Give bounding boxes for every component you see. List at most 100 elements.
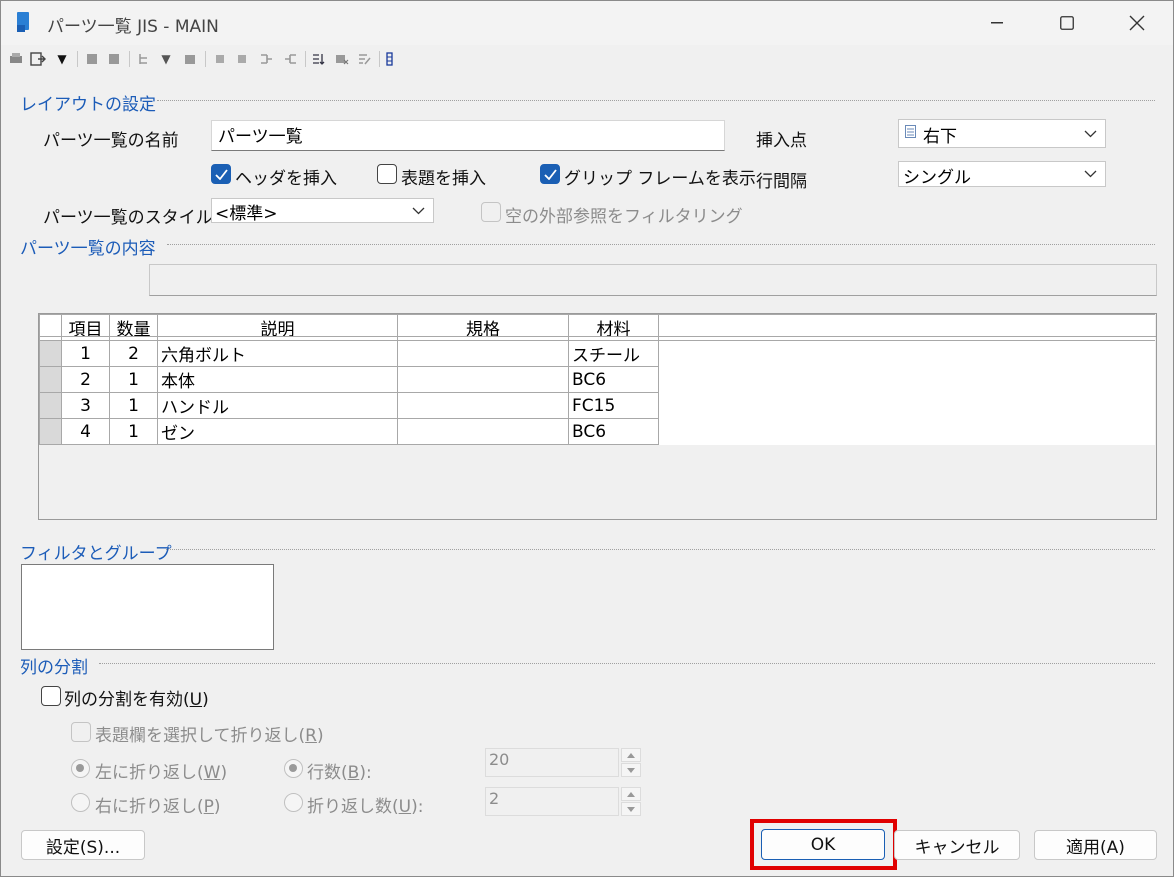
wrap-left-radio[interactable] — [71, 759, 90, 778]
table-cell[interactable]: BC6 — [568, 418, 659, 445]
table-cell[interactable] — [397, 340, 569, 367]
row-header[interactable] — [39, 366, 62, 393]
chevron-down-icon — [1084, 130, 1097, 137]
split-icon[interactable] — [281, 50, 299, 68]
delete-row-icon[interactable] — [333, 50, 351, 68]
table-cell[interactable] — [397, 366, 569, 393]
wrap-count-up-button[interactable] — [621, 787, 641, 801]
rows-down-button[interactable] — [621, 763, 641, 777]
select-icon[interactable] — [83, 50, 101, 68]
wrap-count-radio[interactable] — [284, 793, 303, 812]
grip-frame-checkbox[interactable] — [540, 164, 560, 184]
minimize-button[interactable] — [963, 1, 1031, 45]
header-divider — [39, 336, 1156, 337]
table-cell[interactable]: 1 — [61, 340, 110, 367]
cancel-button[interactable]: キャンセル — [894, 830, 1020, 860]
edit-icon[interactable] — [355, 50, 373, 68]
column-icon[interactable] — [381, 50, 399, 68]
table-row[interactable]: 4 1 ゼン BC6 — [39, 418, 1155, 445]
table-cell[interactable]: スチール — [568, 340, 659, 367]
table-cell[interactable]: 1 — [109, 418, 158, 445]
line-spacing-value: シングル — [903, 168, 971, 188]
table-row[interactable]: 2 1 本体 BC6 — [39, 366, 1155, 393]
table-cell[interactable]: ゼン — [157, 418, 398, 445]
table-cell[interactable]: 六角ボルト — [157, 340, 398, 367]
group-divider — [157, 100, 1155, 101]
filter-group-title: フィルタとグループ — [20, 544, 172, 564]
table-cell[interactable] — [397, 418, 569, 445]
rows-input[interactable]: 20 — [485, 748, 619, 777]
enable-split-checkbox[interactable] — [41, 686, 61, 706]
filter-xref-checkbox[interactable] — [481, 202, 501, 222]
close-button[interactable] — [1103, 1, 1171, 45]
table-cell[interactable]: 本体 — [157, 366, 398, 393]
row-header[interactable] — [39, 340, 62, 367]
wrap-title-label: 表題欄を選択して折り返し(R) — [95, 726, 324, 746]
move-down-icon[interactable] — [233, 50, 251, 68]
triangle-down-icon — [627, 806, 635, 812]
line-spacing-select[interactable]: シングル — [898, 161, 1106, 188]
triangle-up-icon — [627, 752, 635, 758]
tree-dropdown-icon[interactable]: ▼ — [157, 50, 175, 68]
row-header[interactable] — [39, 392, 62, 419]
window-title: パーツ一覧 JIS - MAIN — [47, 17, 219, 37]
group-divider — [99, 663, 1155, 664]
chevron-down-icon — [1084, 170, 1097, 178]
ok-button[interactable]: OK — [761, 829, 885, 860]
table-cell[interactable]: 1 — [109, 392, 158, 419]
toolbar: ▼ ▼ — [1, 45, 1173, 73]
renumber-icon[interactable] — [181, 50, 199, 68]
deselect-icon[interactable] — [105, 50, 123, 68]
table-cell[interactable]: 4 — [61, 418, 110, 445]
close-icon — [1129, 15, 1145, 31]
dropdown-arrow-icon[interactable]: ▼ — [53, 50, 71, 68]
table-cell[interactable]: 2 — [109, 340, 158, 367]
row-header[interactable] — [39, 418, 62, 445]
triangle-up-icon — [627, 791, 635, 797]
print-icon[interactable] — [7, 50, 25, 68]
insert-point-select[interactable]: 右下 — [898, 119, 1106, 148]
table-cell[interactable]: 1 — [109, 366, 158, 393]
merge-icon[interactable] — [257, 50, 275, 68]
maximize-icon — [1060, 16, 1074, 30]
blank-cell — [658, 340, 1155, 367]
chevron-down-icon — [412, 207, 425, 214]
insert-title-checkbox[interactable] — [377, 164, 397, 184]
sort-icon[interactable] — [309, 50, 327, 68]
insert-header-checkbox[interactable] — [211, 164, 231, 184]
export-icon[interactable] — [29, 50, 47, 68]
insert-header-label: ヘッダを挿入 — [235, 169, 337, 189]
table-cell[interactable]: FC15 — [568, 392, 659, 419]
insert-title-label: 表題を挿入 — [401, 169, 486, 189]
rows-radio[interactable] — [284, 759, 303, 778]
maximize-button[interactable] — [1033, 1, 1101, 45]
table-row[interactable]: 3 1 ハンドル FC15 — [39, 392, 1155, 419]
style-select[interactable]: <標準> — [211, 198, 434, 224]
dialog-window: パーツ一覧 JIS - MAIN ▼ ▼ レイアウトの設定 パーツ一覧の名前 パ… — [0, 0, 1174, 877]
table-cell[interactable]: ハンドル — [157, 392, 398, 419]
filter-list[interactable] — [21, 564, 274, 650]
style-label: パーツ一覧のスタイル — [43, 208, 213, 228]
settings-button[interactable]: 設定(S)... — [21, 830, 145, 860]
apply-button[interactable]: 適用(A) — [1034, 830, 1157, 860]
tree-icon[interactable] — [135, 50, 153, 68]
move-up-icon[interactable] — [211, 50, 229, 68]
table-cell[interactable] — [397, 392, 569, 419]
checkmark-icon — [543, 168, 557, 180]
edit-bar[interactable] — [149, 264, 1157, 296]
table-row[interactable]: 1 2 六角ボルト スチール — [39, 340, 1155, 367]
rows-up-button[interactable] — [621, 748, 641, 762]
wrap-count-input[interactable]: 2 — [485, 787, 619, 816]
table-cell[interactable]: BC6 — [568, 366, 659, 393]
wrap-title-checkbox[interactable] — [71, 722, 91, 742]
wrap-count-down-button[interactable] — [621, 802, 641, 816]
table-cell[interactable]: 2 — [61, 366, 110, 393]
parts-list-table: 項目 数量 説明 規格 材料 1 2 六角ボルト スチール 2 1 本体 BC6… — [39, 314, 1155, 445]
table-cell[interactable]: 3 — [61, 392, 110, 419]
app-icon — [17, 12, 29, 32]
group-divider — [167, 244, 1155, 245]
name-input[interactable]: パーツ一覧 — [211, 120, 725, 151]
wrap-right-radio[interactable] — [71, 793, 90, 812]
minimize-icon — [991, 22, 1003, 24]
checkmark-icon — [214, 168, 228, 180]
